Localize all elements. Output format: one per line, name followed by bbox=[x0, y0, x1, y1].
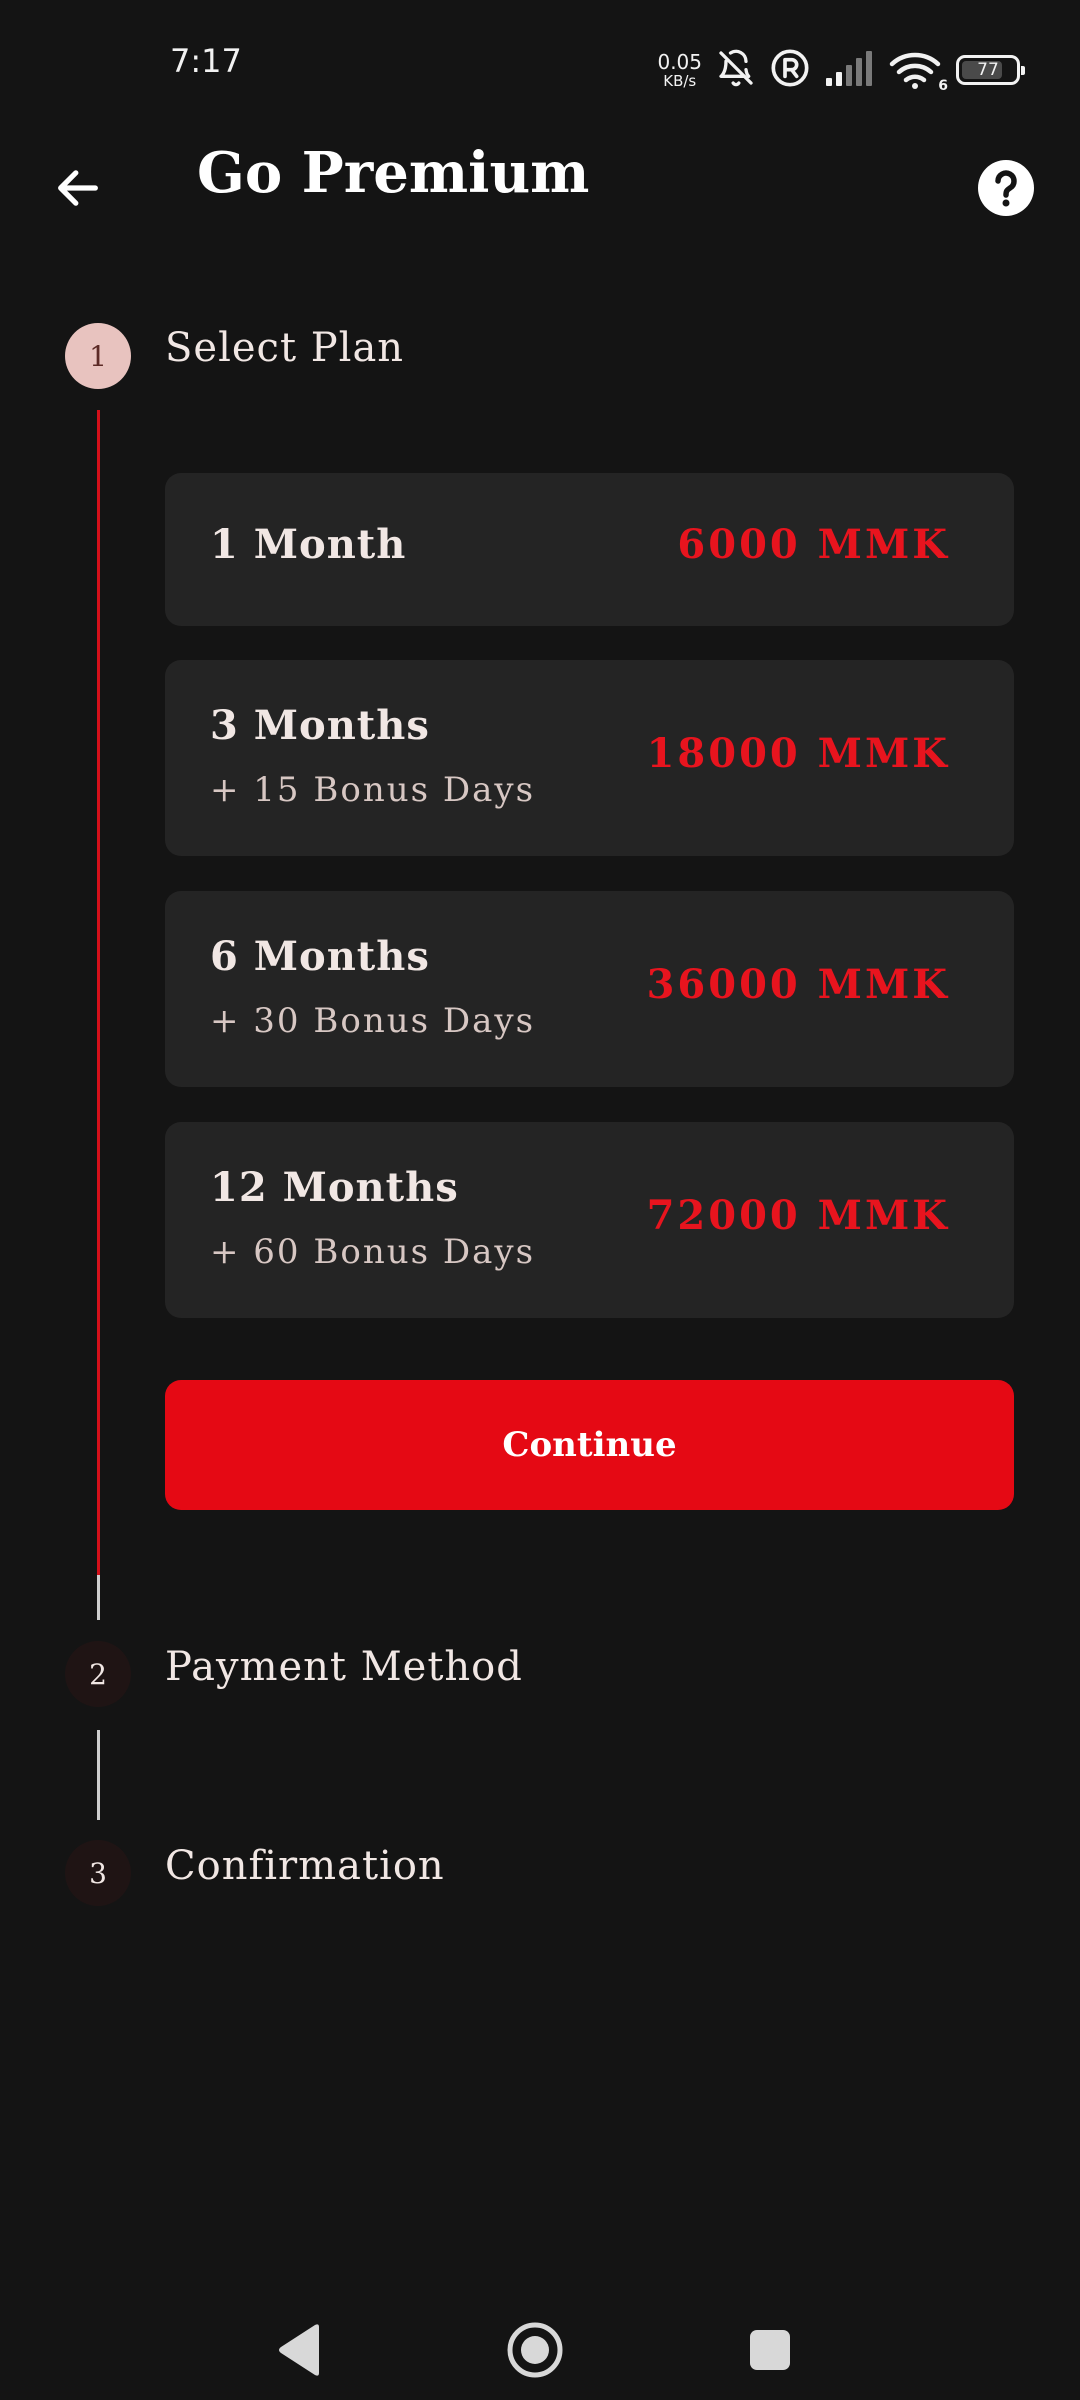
bell-off-icon bbox=[716, 48, 756, 92]
step-1-connector bbox=[97, 410, 100, 1575]
nav-back-button[interactable] bbox=[260, 2310, 340, 2390]
plan-bonus: + 15 Bonus Days bbox=[210, 770, 536, 810]
status-time: 7:17 bbox=[170, 42, 242, 80]
wifi-icon: 6 bbox=[888, 50, 948, 94]
back-button[interactable] bbox=[40, 150, 116, 226]
nav-home-icon bbox=[507, 2322, 563, 2378]
arrow-left-icon bbox=[58, 170, 98, 206]
status-icons: 0.05 KB/s 6 77 bbox=[657, 48, 1025, 94]
plan-price: 36000 MMK bbox=[646, 961, 950, 1008]
plan-price: 72000 MMK bbox=[646, 1192, 950, 1239]
step-1-title[interactable]: Select Plan bbox=[165, 325, 404, 371]
plan-name: 12 Months bbox=[210, 1164, 459, 1211]
nav-recents-icon bbox=[750, 2330, 790, 2370]
plan-name: 3 Months bbox=[210, 702, 430, 749]
network-speed-unit: KB/s bbox=[663, 71, 697, 90]
help-circle-icon bbox=[978, 160, 1034, 216]
network-speed-value: 0.05 bbox=[657, 49, 702, 74]
plan-bonus: + 30 Bonus Days bbox=[210, 1001, 536, 1041]
page-title: Go Premium bbox=[197, 140, 590, 206]
plan-name: 1 Month bbox=[210, 521, 407, 568]
plan-card-3-months[interactable]: 3 Months + 15 Bonus Days 18000 MMK bbox=[165, 660, 1014, 856]
plan-price: 6000 MMK bbox=[677, 521, 950, 568]
app-bar: Go Premium bbox=[0, 130, 1080, 230]
step-1-indicator: 1 bbox=[65, 323, 131, 389]
step-2-connector bbox=[97, 1730, 100, 1820]
system-nav-bar bbox=[0, 2270, 1080, 2400]
help-button[interactable] bbox=[970, 152, 1042, 224]
step-2-indicator: 2 bbox=[65, 1641, 131, 1707]
continue-button[interactable]: Continue bbox=[165, 1380, 1014, 1510]
step-3-indicator: 3 bbox=[65, 1840, 131, 1906]
network-speed: 0.05 KB/s bbox=[657, 52, 702, 89]
wifi-badge: 6 bbox=[938, 78, 948, 94]
nav-home-button[interactable] bbox=[495, 2310, 575, 2390]
plan-card-1-month[interactable]: 1 Month 6000 MMK bbox=[165, 473, 1014, 626]
plan-price: 18000 MMK bbox=[646, 730, 950, 777]
registered-icon bbox=[770, 48, 810, 92]
signal-icon bbox=[824, 50, 874, 90]
plan-card-6-months[interactable]: 6 Months + 30 Bonus Days 36000 MMK bbox=[165, 891, 1014, 1087]
nav-recents-button[interactable] bbox=[730, 2310, 810, 2390]
battery-icon: 77 bbox=[956, 55, 1025, 85]
step-2-title[interactable]: Payment Method bbox=[165, 1644, 523, 1690]
step-3-title[interactable]: Confirmation bbox=[165, 1843, 445, 1889]
plan-bonus: + 60 Bonus Days bbox=[210, 1232, 536, 1272]
step-1-connector-tail bbox=[97, 1575, 100, 1620]
status-bar: 7:17 0.05 KB/s 6 77 bbox=[0, 0, 1080, 130]
plan-name: 6 Months bbox=[210, 933, 430, 980]
plan-card-12-months[interactable]: 12 Months + 60 Bonus Days 72000 MMK bbox=[165, 1122, 1014, 1318]
nav-back-icon bbox=[279, 2324, 319, 2376]
battery-level: 77 bbox=[977, 60, 999, 80]
